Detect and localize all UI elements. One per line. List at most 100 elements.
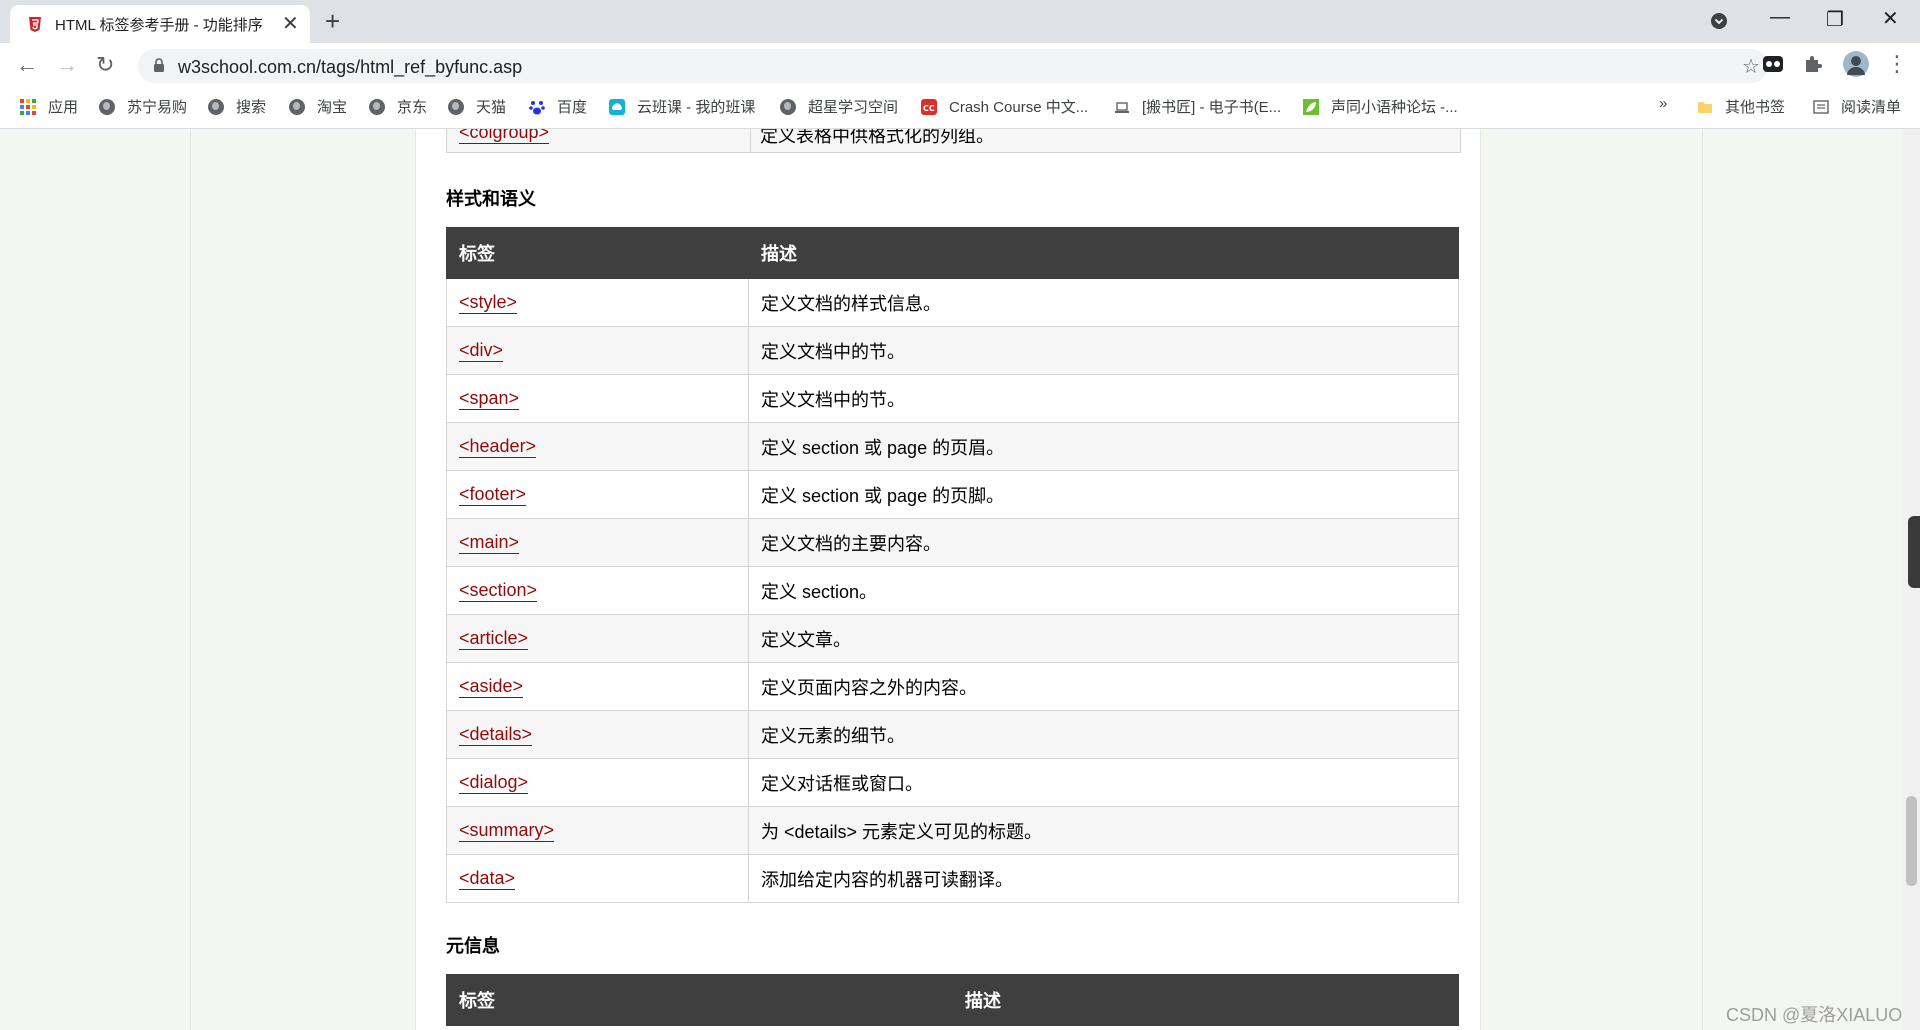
- w3school-favicon-icon: [29, 17, 41, 32]
- header-tag: 标签: [446, 227, 749, 279]
- bookmark-taobao[interactable]: 淘宝: [289, 96, 347, 117]
- tag-link-article[interactable]: <article>: [459, 628, 529, 650]
- bookmark-chaoxing[interactable]: 超星学习空间: [780, 96, 898, 117]
- globe-icon: [99, 98, 115, 115]
- restore-icon[interactable]: ❐: [1826, 7, 1844, 32]
- bookmark-label: 云班课 - 我的班课: [637, 99, 756, 116]
- tag-link[interactable]: <colgroup>: [459, 129, 550, 144]
- window-close-icon[interactable]: ✕: [1882, 6, 1899, 31]
- reading-list-button[interactable]: 阅读清单: [1813, 96, 1901, 117]
- bookmark-star-icon[interactable]: ☆: [1742, 54, 1760, 79]
- tag-cell: <summary>: [446, 806, 749, 855]
- description-cell: 定义对话框或窗口。: [748, 758, 1459, 807]
- svg-text:CC: CC: [923, 104, 935, 113]
- table-row: <header> 定义 section 或 page 的页眉。: [446, 422, 1459, 471]
- minimize-icon[interactable]: —: [1770, 6, 1790, 29]
- table-row: <details> 定义元素的细节。: [446, 710, 1459, 759]
- back-arrow-icon[interactable]: ←: [16, 52, 38, 78]
- reading-list-icon: [1813, 99, 1829, 114]
- bookmark-banshujiang[interactable]: [搬书匠] - 电子书(E...: [1114, 96, 1281, 117]
- bookmark-label: 淘宝: [317, 99, 348, 116]
- extension-cat-icon[interactable]: [1762, 53, 1784, 75]
- close-tab-icon[interactable]: ✕: [282, 11, 299, 36]
- bookmarks-bar: 应用 苏宁易购 搜索 淘宝 京东 天猫 百度 云班课 - 我的班课 超星学习空间: [0, 88, 1920, 129]
- csdn-watermark: CSDN @夏洛XIALUO: [1726, 1005, 1903, 1025]
- extensions-puzzle-icon[interactable]: [1802, 53, 1824, 75]
- bookmark-jd[interactable]: 京东: [369, 96, 427, 117]
- tag-link-style[interactable]: <style>: [459, 292, 518, 314]
- other-bookmarks-folder[interactable]: 其他书签: [1697, 96, 1785, 117]
- tag-link-summary[interactable]: <summary>: [459, 820, 555, 842]
- description-cell: 定义文档中的节。: [748, 374, 1459, 423]
- tag-cell: <details>: [446, 710, 749, 759]
- description-cell: 定义文档中的节。: [748, 326, 1459, 375]
- address-bar[interactable]: w3school.com.cn/tags/html_ref_byfunc.asp…: [138, 49, 1768, 83]
- table-row: <main> 定义文档的主要内容。: [446, 518, 1459, 567]
- tag-link-section[interactable]: <section>: [459, 580, 538, 602]
- description-cell: 定义文档的样式信息。: [748, 278, 1459, 327]
- tag-link-footer[interactable]: <footer>: [459, 484, 527, 506]
- description-cell: 定义 section 或 page 的页眉。: [748, 422, 1459, 471]
- tag-link-dialog[interactable]: <dialog>: [459, 772, 529, 794]
- table-row: <summary> 为 <details> 元素定义可见的标题。: [446, 806, 1459, 855]
- bookmark-label: 搜索: [236, 99, 267, 116]
- bookmarks-overflow-button[interactable]: »: [1659, 95, 1667, 112]
- description-cell: 定义 section 或 page 的页脚。: [748, 470, 1459, 519]
- bookmark-label: 声同小语种论坛 -...: [1331, 99, 1458, 116]
- reading-list-label: 阅读清单: [1841, 99, 1902, 116]
- tag-link-main[interactable]: <main>: [459, 532, 520, 554]
- tag-cell: <article>: [446, 614, 749, 663]
- tag-link-data[interactable]: <data>: [459, 868, 516, 890]
- bookmark-shengtong[interactable]: 声同小语种论坛 -...: [1303, 96, 1458, 117]
- bookmark-yunbanke[interactable]: 云班课 - 我的班课: [609, 96, 755, 117]
- tag-link-span[interactable]: <span>: [459, 388, 520, 410]
- menu-dots-icon[interactable]: ⋮: [1886, 51, 1908, 77]
- description-cell: 添加给定内容的机器可读翻译。: [748, 854, 1459, 903]
- tab-strip: HTML 标签参考手册 - 功能排序 ✕ + — ❐ ✕: [0, 0, 1920, 43]
- tag-link-details[interactable]: <details>: [459, 724, 533, 746]
- tag-link-aside[interactable]: <aside>: [459, 676, 524, 698]
- tag-cell: <data>: [446, 854, 749, 903]
- globe-icon: [780, 98, 796, 115]
- tag-table-style-semantics: 标签 描述 <style> 定义文档的样式信息。 <div> 定义文档中的节。 …: [446, 227, 1459, 903]
- bookmark-tmall[interactable]: 天猫: [448, 96, 506, 117]
- bookmark-crashcourse[interactable]: CC Crash Course 中文...: [921, 96, 1088, 117]
- bookmark-suning[interactable]: 苏宁易购: [99, 96, 187, 117]
- reload-icon[interactable]: ↻: [96, 52, 114, 78]
- tag-link-header[interactable]: <header>: [459, 436, 537, 458]
- new-tab-icon[interactable]: +: [325, 6, 340, 37]
- bookmark-apps[interactable]: 应用: [20, 96, 78, 117]
- description-cell: 定义文章。: [748, 614, 1459, 663]
- table-row: <data> 添加给定内容的机器可读翻译。: [446, 854, 1459, 903]
- tag-cell: <main>: [446, 518, 749, 567]
- tag-cell: <aside>: [446, 662, 749, 711]
- tab-search-icon[interactable]: [1710, 12, 1728, 30]
- globe-icon: [369, 98, 385, 115]
- active-tab[interactable]: HTML 标签参考手册 - 功能排序 ✕: [10, 5, 310, 43]
- scrollbar-thumb[interactable]: [1906, 796, 1917, 886]
- bookmark-baidu[interactable]: 百度: [529, 96, 587, 117]
- table-row: <aside> 定义页面内容之外的内容。: [446, 662, 1459, 711]
- forward-arrow-icon[interactable]: →: [56, 52, 78, 78]
- profile-avatar[interactable]: [1842, 50, 1870, 78]
- header-description: 描述: [952, 974, 1459, 1026]
- header-description: 描述: [748, 227, 1459, 279]
- tag-cell: <style>: [446, 278, 749, 327]
- apps-grid-icon: [20, 98, 36, 115]
- tag-link-div[interactable]: <div>: [459, 340, 504, 362]
- url-text[interactable]: w3school.com.cn/tags/html_ref_byfunc.asp: [178, 57, 522, 78]
- page-viewport: <colgroup> 定义表格中供格式化的列组。 样式和语义 标签 描述 <st…: [0, 129, 1902, 1030]
- side-floating-widget[interactable]: [1908, 516, 1920, 588]
- right-column-divider: [1702, 129, 1703, 1030]
- tag-cell: <section>: [446, 566, 749, 615]
- lock-icon[interactable]: [152, 57, 166, 73]
- bookmark-label: 天猫: [476, 99, 507, 116]
- globe-icon: [289, 98, 305, 115]
- table-row: <footer> 定义 section 或 page 的页脚。: [446, 470, 1459, 519]
- baidu-paw-icon: [529, 100, 545, 114]
- cc-icon: CC: [921, 98, 937, 115]
- bookmark-search[interactable]: 搜索: [208, 96, 266, 117]
- table-header-row: 标签 描述: [446, 974, 1459, 1026]
- table-header-row: 标签 描述: [446, 227, 1459, 279]
- section-title-meta-info: 元信息: [446, 936, 500, 956]
